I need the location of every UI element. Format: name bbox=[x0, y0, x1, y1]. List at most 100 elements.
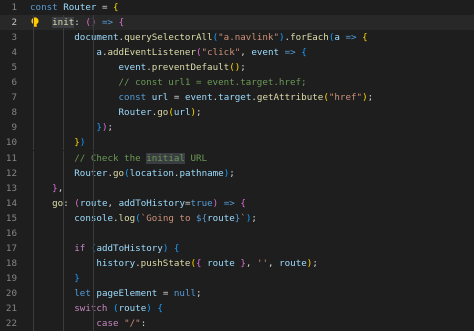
code-token: : bbox=[140, 318, 147, 330]
code-token: "click" bbox=[201, 47, 241, 59]
code-token: querySelectorAll bbox=[124, 32, 213, 44]
code-token: : bbox=[74, 17, 86, 29]
code-token: route bbox=[207, 257, 235, 269]
code-line[interactable]: 14 go: (route, addToHistory=true) => { bbox=[0, 196, 474, 211]
code-token: ) bbox=[79, 137, 86, 149]
indent-guide bbox=[63, 120, 64, 136]
code-line[interactable]: 17 if (addToHistory) { bbox=[0, 241, 474, 256]
line-number: 6 bbox=[11, 77, 17, 89]
line-number: 18 bbox=[5, 257, 17, 269]
code-token: URL bbox=[184, 152, 208, 164]
code-line[interactable]: 4 a.addEventListener("click", event => { bbox=[0, 45, 474, 60]
indent-guide bbox=[63, 316, 64, 331]
indent-guide bbox=[93, 301, 94, 316]
code-line[interactable]: 19 } bbox=[0, 271, 474, 286]
code-token: { bbox=[240, 197, 246, 209]
code-token: addToHistory bbox=[118, 197, 185, 209]
code-token: true bbox=[190, 197, 213, 209]
indent-guide bbox=[33, 270, 34, 286]
indent-guide bbox=[63, 15, 64, 31]
code-line[interactable]: 8 Router.go(url); bbox=[0, 105, 474, 120]
line-number: 16 bbox=[5, 227, 17, 239]
code-line[interactable]: 1 const Router = { bbox=[0, 0, 474, 15]
code-text: } bbox=[30, 271, 80, 286]
line-number: 3 bbox=[11, 32, 17, 44]
code-line[interactable]: 3 document.querySelectorAll("a.navlink")… bbox=[0, 30, 474, 45]
indent-guide bbox=[93, 105, 94, 121]
indent-guide bbox=[63, 135, 64, 151]
code-editor[interactable]: 1const Router = {2 init: () => {3 docume… bbox=[0, 0, 474, 331]
code-token: getAttribute bbox=[256, 92, 324, 104]
code-token: switch bbox=[74, 303, 108, 314]
code-token: const bbox=[30, 2, 58, 13]
indent-guide bbox=[33, 301, 34, 316]
lightbulb-icon[interactable] bbox=[30, 17, 40, 28]
code-token: history bbox=[96, 257, 136, 269]
indent-guide bbox=[93, 210, 94, 226]
indent-guide bbox=[93, 60, 94, 76]
code-line[interactable]: 5 event.preventDefault(); bbox=[0, 60, 474, 75]
code-line[interactable]: 9 }); bbox=[0, 120, 474, 135]
code-text: }); bbox=[30, 120, 113, 135]
code-token: case bbox=[96, 318, 119, 330]
code-token: url bbox=[173, 107, 191, 119]
indent-guide bbox=[33, 195, 34, 211]
indent-guide bbox=[93, 150, 94, 166]
indent-guide bbox=[63, 150, 64, 166]
code-line[interactable]: 18 history.pushState({ route }, '', rout… bbox=[0, 256, 474, 271]
code-line[interactable]: 12 Router.go(location.pathname); bbox=[0, 166, 474, 181]
line-number: 20 bbox=[5, 287, 17, 299]
indent-guide bbox=[33, 105, 34, 121]
line-number: 2 bbox=[11, 17, 17, 29]
line-number: 11 bbox=[5, 152, 17, 164]
code-token: ; bbox=[107, 122, 114, 134]
code-text: init: () => { bbox=[30, 15, 124, 30]
code-line[interactable]: 15 console.log(`Going to ${route}`); bbox=[0, 211, 474, 226]
code-line[interactable]: 20 let pageElement = null; bbox=[0, 286, 474, 301]
line-number: 19 bbox=[5, 272, 17, 284]
indent-guide bbox=[33, 30, 34, 46]
code-line[interactable]: 16 bbox=[0, 226, 474, 241]
code-text: }, bbox=[30, 181, 63, 196]
code-text: switch (route) { bbox=[30, 301, 163, 316]
code-token: event bbox=[118, 62, 147, 74]
code-token: route bbox=[118, 303, 147, 314]
indent-guide bbox=[33, 90, 34, 106]
code-text: const url = event.target.getAttribute("h… bbox=[30, 90, 374, 105]
code-line[interactable]: 22 case "/": bbox=[0, 316, 474, 331]
line-number: 8 bbox=[11, 107, 17, 119]
code-token: route bbox=[207, 212, 235, 224]
code-line[interactable]: 7 const url = event.target.getAttribute(… bbox=[0, 90, 474, 105]
line-number: 12 bbox=[5, 167, 17, 179]
code-token: () bbox=[229, 62, 241, 74]
code-token: ; bbox=[312, 257, 318, 269]
code-token: ${ bbox=[196, 212, 208, 224]
code-token: const bbox=[118, 92, 147, 104]
line-number: 22 bbox=[5, 318, 17, 330]
code-line[interactable]: 2 init: () => { bbox=[0, 15, 474, 31]
code-token: = bbox=[96, 2, 114, 13]
indent-guide bbox=[33, 240, 34, 256]
code-line[interactable]: 11 // Check the initial URL bbox=[0, 151, 474, 166]
code-line[interactable]: 6 // const url1 = event.target.href; bbox=[0, 75, 474, 90]
code-text: case "/": bbox=[30, 316, 146, 331]
code-token: ; bbox=[367, 92, 374, 104]
indent-guide bbox=[33, 45, 34, 61]
code-token: => bbox=[284, 47, 296, 59]
code-line[interactable]: 13 }, bbox=[0, 181, 474, 196]
indent-guide bbox=[33, 135, 34, 151]
indent-guide bbox=[93, 15, 94, 31]
code-line[interactable]: 21 switch (route) { bbox=[0, 301, 474, 316]
code-token: ; bbox=[229, 167, 235, 179]
code-line[interactable]: 10 }) bbox=[0, 135, 474, 150]
code-token: null bbox=[173, 287, 197, 299]
code-token: , bbox=[107, 197, 119, 209]
indent-guide bbox=[63, 75, 64, 91]
